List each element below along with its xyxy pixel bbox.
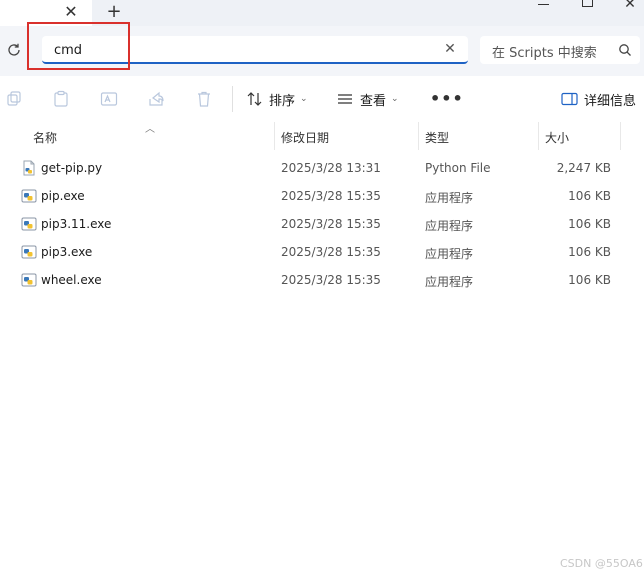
watermark-text: CSDN @55OA6 xyxy=(560,557,643,570)
new-tab-icon[interactable]: + xyxy=(105,3,123,21)
close-tab-icon[interactable]: ✕ xyxy=(62,3,80,21)
maximize-icon[interactable] xyxy=(578,0,598,10)
delete-icon[interactable] xyxy=(195,90,213,108)
details-pane-icon xyxy=(561,92,578,106)
file-date: 2025/3/28 15:35 xyxy=(281,217,381,231)
file-size: 106 KB xyxy=(568,245,611,259)
python-exe-icon xyxy=(21,217,37,231)
address-input-box[interactable]: ✕ xyxy=(42,36,468,64)
view-icon xyxy=(338,94,352,104)
file-row[interactable]: pip3.11.exe 2025/3/28 15:35 应用程序 106 KB xyxy=(0,210,644,238)
details-pane-button[interactable]: 详细信息 xyxy=(561,89,636,109)
share-icon[interactable] xyxy=(147,90,165,108)
file-row[interactable]: pip3.exe 2025/3/28 15:35 应用程序 106 KB xyxy=(0,238,644,266)
sort-button[interactable]: 排序 ⌄ xyxy=(246,89,308,109)
file-name: pip3.11.exe xyxy=(41,217,112,231)
file-name: wheel.exe xyxy=(41,273,102,287)
python-exe-icon xyxy=(21,273,37,287)
file-size: 106 KB xyxy=(568,273,611,287)
file-type: 应用程序 xyxy=(425,247,474,261)
copy-icon[interactable] xyxy=(5,90,23,108)
rename-icon[interactable] xyxy=(100,90,118,108)
column-header-date[interactable]: 修改日期 xyxy=(281,129,329,146)
file-size: 2,247 KB xyxy=(556,161,611,175)
search-placeholder: 在 Scripts 中搜索 xyxy=(492,46,597,61)
file-type: 应用程序 xyxy=(425,275,474,289)
file-date: 2025/3/28 15:35 xyxy=(281,273,381,287)
file-size: 106 KB xyxy=(568,189,611,203)
refresh-icon[interactable] xyxy=(6,42,22,58)
file-row[interactable]: pip.exe 2025/3/28 15:35 应用程序 106 KB xyxy=(0,182,644,210)
python-file-icon xyxy=(23,160,35,176)
file-date: 2025/3/28 13:31 xyxy=(281,161,381,175)
file-date: 2025/3/28 15:35 xyxy=(281,245,381,259)
file-row[interactable]: get-pip.py 2025/3/28 13:31 Python File 2… xyxy=(0,154,644,182)
python-exe-icon xyxy=(21,189,37,203)
column-header-type[interactable]: 类型 xyxy=(425,129,449,146)
sort-icon xyxy=(247,92,262,106)
search-icon[interactable] xyxy=(618,43,632,57)
file-row[interactable]: wheel.exe 2025/3/28 15:35 应用程序 106 KB xyxy=(0,266,644,294)
file-name: pip.exe xyxy=(41,189,85,203)
column-header-row: ︿ 名称 修改日期 类型 大小 xyxy=(0,122,644,150)
file-type: Python File xyxy=(425,161,491,175)
view-button[interactable]: 查看 ⌄ xyxy=(336,89,399,109)
sort-label: 排序 xyxy=(269,93,296,109)
clear-address-icon[interactable]: ✕ xyxy=(442,41,458,57)
column-divider[interactable] xyxy=(620,122,621,150)
column-divider[interactable] xyxy=(538,122,539,150)
address-input[interactable] xyxy=(54,40,434,60)
column-header-name[interactable]: 名称 xyxy=(33,129,57,146)
file-type: 应用程序 xyxy=(425,191,474,205)
search-box[interactable]: 在 Scripts 中搜索 xyxy=(480,36,640,64)
paste-icon[interactable] xyxy=(52,90,70,108)
title-bar: ✕ + ✕ xyxy=(0,0,644,26)
file-name: pip3.exe xyxy=(41,245,93,259)
minimize-icon[interactable] xyxy=(534,0,554,10)
view-label: 查看 xyxy=(360,93,387,109)
column-divider[interactable] xyxy=(418,122,419,150)
more-options-button[interactable]: ••• xyxy=(430,89,464,108)
details-label: 详细信息 xyxy=(584,93,637,109)
file-type: 应用程序 xyxy=(425,219,474,233)
chevron-down-icon: ⌄ xyxy=(391,94,399,104)
command-toolbar: 排序 ⌄ 查看 ⌄ ••• 详细信息 xyxy=(0,76,644,123)
column-header-size[interactable]: 大小 xyxy=(545,129,569,146)
address-bar-row: ✕ 在 Scripts 中搜索 xyxy=(0,26,644,76)
active-tab[interactable]: ✕ xyxy=(0,0,92,26)
chevron-down-icon: ⌄ xyxy=(300,94,308,104)
file-name: get-pip.py xyxy=(41,161,103,175)
toolbar-separator xyxy=(232,86,233,112)
sort-ascending-icon: ︿ xyxy=(145,124,155,135)
file-date: 2025/3/28 15:35 xyxy=(281,189,381,203)
file-size: 106 KB xyxy=(568,217,611,231)
python-exe-icon xyxy=(21,245,37,259)
column-divider[interactable] xyxy=(274,122,275,150)
close-window-icon[interactable]: ✕ xyxy=(620,0,640,11)
